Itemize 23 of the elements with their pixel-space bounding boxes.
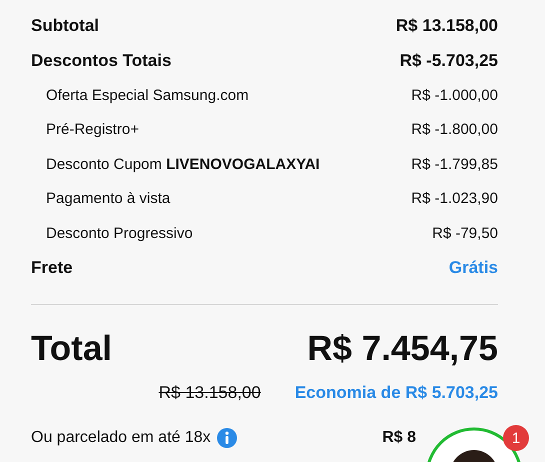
summary-value: R$ -5.703,25	[400, 50, 498, 71]
total-label: Total	[31, 329, 112, 369]
summary-value: R$ -1.799,85	[411, 156, 498, 173]
summary-value: R$ -1.000,00	[411, 86, 498, 104]
summary-label: Desconto Cupom LIVENOVOGALAXYAI	[46, 156, 320, 173]
summary-label: Pagamento à vista	[46, 190, 170, 208]
summary-label: Pré-Registro+	[46, 121, 139, 138]
summary-label: Oferta Especial Samsung.com	[46, 86, 249, 104]
installments-value: R$ 8	[382, 429, 416, 447]
summary-value: R$ -1.800,00	[411, 121, 498, 138]
installments-label: Ou parcelado em até 18x	[31, 429, 211, 447]
summary-value: R$ 13.158,00	[396, 16, 498, 36]
summary-label: Descontos Totais	[31, 50, 172, 71]
total-value: R$ 7.454,75	[307, 329, 498, 369]
shipping-value: Grátis	[448, 258, 498, 278]
savings-text: Economia de R$ 5.703,25	[294, 383, 498, 403]
summary-value: R$ -79,50	[432, 224, 498, 242]
original-price: R$ 13.158,00	[158, 383, 261, 403]
summary-label: Desconto Progressivo	[46, 224, 193, 242]
summary-label: Subtotal	[31, 16, 99, 36]
summary-label: Frete	[31, 258, 73, 278]
info-icon[interactable]	[216, 428, 237, 448]
summary-value: R$ -1.023,90	[411, 190, 498, 208]
